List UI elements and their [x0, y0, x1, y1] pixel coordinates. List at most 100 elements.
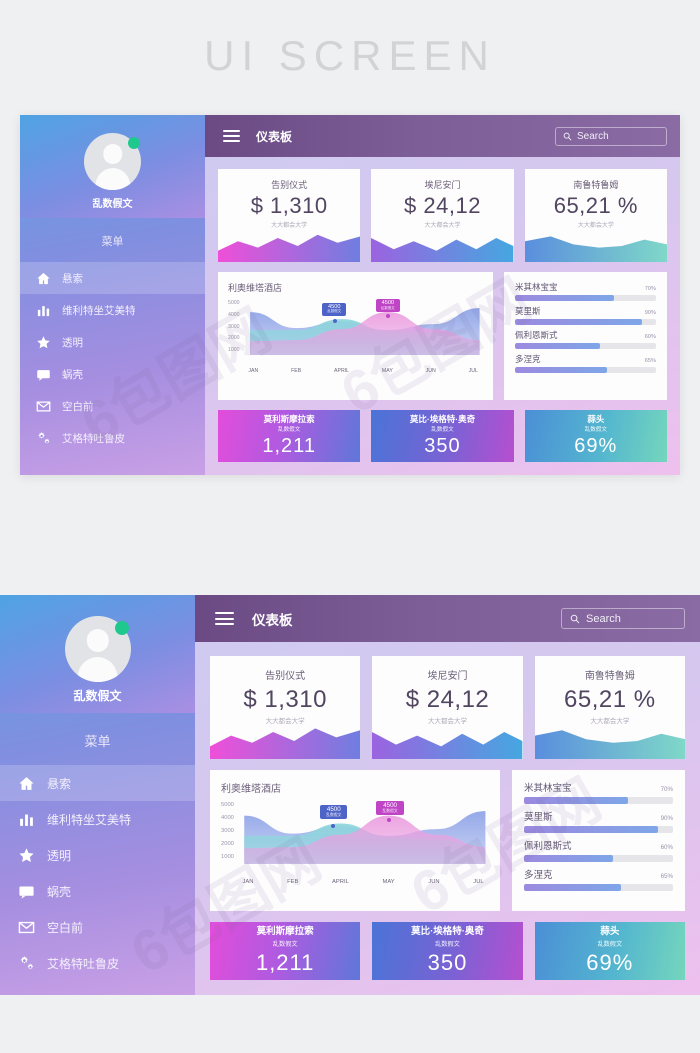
stat-card-sparkline	[210, 723, 361, 759]
summary-tile: 蒜头 乱数假文 69%	[524, 410, 667, 462]
topbar: 仪表板 Search	[195, 595, 700, 642]
progress-head: 多涅克 65%	[515, 353, 656, 365]
tooltip-value: 4500	[326, 805, 341, 813]
topbar: 仪表板 Search	[205, 115, 680, 157]
progress-percent: 90%	[660, 815, 673, 822]
progress-panel: 米其林宝宝 70% 莫里斯 90% 佩利恩斯式 60% 多涅克 65%	[504, 272, 667, 400]
tooltip-sublabel: 乱数假文	[380, 305, 395, 310]
progress-head: 莫里斯 90%	[515, 305, 656, 317]
chart-y-axis: 5000 4000 3000 2000 1000	[228, 300, 240, 353]
progress-percent: 60%	[660, 844, 673, 851]
progress-head: 米其林宝宝 70%	[515, 281, 656, 293]
hamburger-icon[interactable]	[215, 612, 234, 625]
online-status-dot	[128, 137, 140, 149]
nav-list: 悬索 维利特坐艾美特 透明蜗壳空白前艾格特吐鲁皮	[20, 262, 205, 454]
search-icon	[570, 614, 580, 623]
chart-data-point	[332, 319, 337, 324]
summary-tile-title: 莫利斯摩拉索	[256, 926, 314, 938]
profile-name: 乱数假文	[73, 689, 122, 703]
progress-item: 佩利恩斯式 60%	[515, 329, 656, 349]
progress-track	[515, 295, 656, 301]
progress-fill	[524, 826, 659, 833]
x-tick: JUL	[473, 879, 484, 885]
progress-fill	[524, 797, 629, 804]
sidebar-item-label: 蜗壳	[47, 884, 72, 899]
tooltip-sublabel: 乱数假文	[327, 309, 342, 314]
progress-item: 多涅克 65%	[515, 353, 656, 373]
y-tick: 3000	[228, 323, 240, 330]
envelope-icon	[18, 919, 35, 936]
stat-card-subtitle: 大大都会大学	[271, 223, 308, 229]
comment-icon	[18, 883, 35, 900]
progress-track	[524, 884, 673, 891]
y-tick: 2000	[221, 841, 234, 847]
chart-title: 利奥维塔酒店	[228, 283, 283, 293]
online-status-dot	[114, 621, 129, 635]
main-area: 仪表板 Search 告别仪式 $ 1,310 大大都会大学 埃尼安门 $ 24,12 大…	[205, 115, 680, 475]
bottom-tile-row: 莫利斯摩拉索 乱数假文 1,211 莫比·埃格特·奥奇 乱数假文 350 蒜头 乱数假文 69%	[210, 922, 685, 980]
progress-percent: 70%	[644, 286, 656, 292]
sidebar-item-5[interactable]: 空白前	[0, 909, 195, 945]
profile-block: 乱数假文	[20, 115, 205, 218]
summary-tile-value: 350	[427, 949, 468, 975]
progress-panel: 米其林宝宝 70% 莫里斯 90% 佩利恩斯式 60% 多涅克 65%	[512, 770, 685, 911]
sidebar-item-3[interactable]: 透明	[0, 837, 195, 873]
chart-x-axis: JAN FEB APRIL MAY JUN JUL	[228, 368, 483, 374]
sidebar-item-1[interactable]: 悬索	[0, 765, 195, 801]
summary-tile-subtitle: 乱数假文	[277, 427, 301, 434]
summary-tile-value: 1,211	[255, 949, 315, 975]
y-tick: 3000	[221, 828, 234, 834]
x-tick: APRIL	[332, 879, 349, 885]
progress-head: 佩利恩斯式 60%	[515, 329, 656, 341]
sidebar-item-4[interactable]: 蜗壳	[0, 873, 195, 909]
sidebar-item-label: 艾格特吐鲁皮	[62, 432, 125, 445]
sidebar-item-6[interactable]: 艾格特吐鲁皮	[20, 422, 205, 454]
tooltip-value: 4500	[383, 801, 397, 809]
stat-card-head: 南鲁特鲁姆 65,21 % 大大都会大学	[535, 656, 685, 725]
hamburger-icon[interactable]	[223, 130, 240, 142]
progress-fill	[524, 855, 614, 862]
progress-fill	[515, 343, 600, 349]
stat-card-value: 65,21 %	[564, 686, 656, 713]
chart-data-point	[330, 823, 335, 828]
gears-icon	[18, 955, 35, 972]
nav-list: 悬索 维利特坐艾美特 透明蜗壳空白前 艾格特吐鲁皮	[0, 765, 195, 981]
summary-tile-value: 1,211	[262, 435, 316, 458]
summary-tile-subtitle: 乱数假文	[584, 427, 608, 434]
progress-track	[515, 367, 656, 373]
main-area: 仪表板 Search 告别仪式 $ 1,310 大大都会大学 埃尼安门 $ 24,12 大…	[195, 595, 700, 995]
dashboard-preview-small: 乱数假文 菜单 悬索 维利特坐艾美特 透明 蜗壳 空白前 艾格特吐鲁皮 仪表板 Searc…	[20, 115, 680, 475]
search-input[interactable]: Search	[555, 126, 667, 146]
sidebar-item-5[interactable]: 空白前	[20, 390, 205, 422]
y-tick: 5000	[228, 300, 240, 306]
x-tick: JUL	[468, 368, 478, 374]
envelope-icon	[36, 399, 51, 414]
sidebar-item-4[interactable]: 蜗壳	[20, 358, 205, 390]
sidebar-item-6[interactable]: 艾格特吐鲁皮	[0, 945, 195, 981]
summary-tile-subtitle: 乱数假文	[597, 940, 623, 948]
summary-tile-title: 莫利斯摩拉索	[263, 413, 315, 424]
chart-title: 利奥维塔酒店	[221, 784, 281, 795]
chart-body: 5000 4000 3000 2000 1000 4500 乱数假文 4500 乱数假文	[221, 800, 489, 874]
sidebar-item-2[interactable]: 维利特坐艾美特	[0, 801, 195, 837]
sidebar-item-1[interactable]: 悬索	[20, 262, 205, 294]
search-placeholder: Search	[586, 612, 621, 625]
star-icon	[18, 847, 35, 864]
progress-fill	[515, 319, 642, 325]
progress-head: 佩利恩斯式 60%	[524, 838, 673, 852]
search-input[interactable]: Search	[561, 608, 685, 629]
progress-percent: 70%	[660, 786, 673, 793]
stat-card-value: $ 24,12	[405, 686, 490, 713]
progress-item: 佩利恩斯式 60%	[524, 838, 673, 862]
x-tick: JUN	[428, 879, 440, 885]
sidebar-item-3[interactable]: 透明	[20, 326, 205, 358]
progress-percent: 65%	[644, 358, 656, 364]
stat-card: 埃尼安门 $ 24,12 大大都会大学	[372, 656, 523, 759]
sidebar-item-label: 蜗壳	[62, 368, 83, 381]
chart-body: 5000 4000 3000 2000 1000 4500 乱数假文 4500 乱数假文	[228, 298, 483, 364]
summary-tile-subtitle: 乱数假文	[431, 427, 454, 434]
x-tick: FEB	[287, 879, 299, 885]
sidebar: 乱数假文 菜单 悬索 维利特坐艾美特 透明 蜗壳 空白前 艾格特吐鲁皮	[0, 595, 195, 995]
y-tick: 4000	[228, 311, 240, 318]
sidebar-item-2[interactable]: 维利特坐艾美特	[20, 294, 205, 326]
